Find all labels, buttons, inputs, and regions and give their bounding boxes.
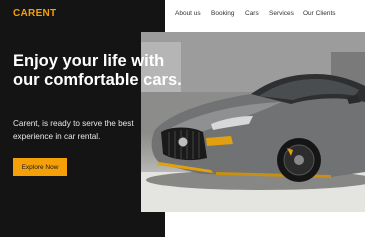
nav-link-about-us[interactable]: About us xyxy=(175,10,201,17)
hero-headline: Enjoy your life with our comfortable car… xyxy=(13,52,182,89)
nav-link-our-clients[interactable]: Our Clients xyxy=(303,10,336,17)
nav-link-cars[interactable]: Cars xyxy=(245,10,259,17)
explore-now-button[interactable]: Explore Now xyxy=(13,158,67,176)
top-navigation: About us Booking Cars Services Our Clien… xyxy=(0,10,365,20)
hero-subtext: Carent, is ready to serve the best exper… xyxy=(13,119,134,141)
nav-link-services[interactable]: Services xyxy=(269,10,294,17)
nav-link-booking[interactable]: Booking xyxy=(211,10,235,17)
